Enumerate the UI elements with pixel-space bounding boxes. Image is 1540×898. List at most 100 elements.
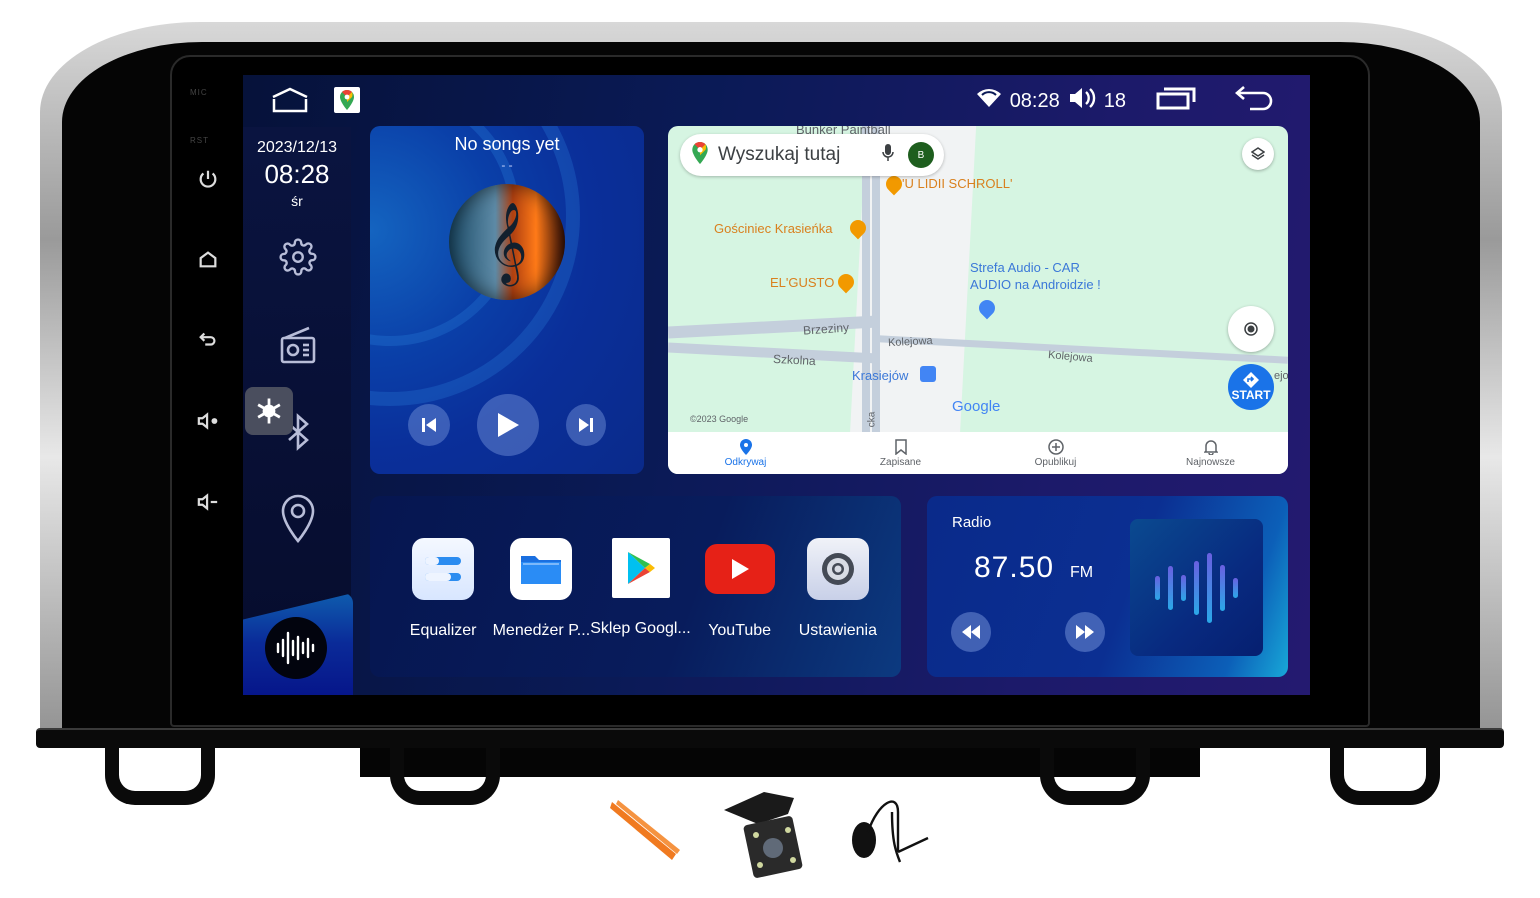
app-label: Equalizer (409, 622, 477, 639)
map-poi-station[interactable]: Krasiejów (852, 368, 908, 383)
radio-icon[interactable] (275, 323, 321, 369)
street-label: Brzeziny (802, 320, 850, 338)
street-label: cka (866, 411, 878, 428)
play-store-icon (611, 538, 670, 598)
restaurant-pin-icon[interactable] (834, 270, 858, 294)
map-poi[interactable]: EL'GUSTO (770, 275, 834, 290)
start-label: START (1231, 388, 1271, 402)
sidebar-clock: 08:28 (264, 159, 330, 189)
gps-antenna-accessory (848, 792, 938, 877)
equalizer-icon (412, 538, 475, 600)
nav-label: Opublikuj (1034, 456, 1077, 468)
apps-widget: Equalizer Menedżer P... Sklep Googl... Y… (370, 496, 901, 677)
map-poi[interactable]: Gościniec Krasieńka (714, 221, 833, 236)
seek-back-button[interactable] (951, 612, 991, 652)
sidebar-date: 2023/12/13 (256, 139, 338, 156)
radio-title: Radio (952, 514, 992, 531)
map-poi[interactable]: Strefa Audio - CAR (970, 260, 1080, 275)
snowflake-icon[interactable] (245, 387, 293, 435)
settings-gear-icon (806, 538, 869, 600)
nav-label: Najnowsze (1186, 456, 1235, 468)
volume-down-icon[interactable] (194, 491, 222, 519)
map-poi[interactable]: 'U LIDII SCHROLL' (902, 176, 1012, 191)
start-navigation-button[interactable]: START (1228, 364, 1274, 410)
app-equalizer[interactable]: Equalizer (394, 538, 492, 677)
status-bar: 08:28 18 (243, 75, 1310, 127)
wave-bar (1181, 574, 1186, 601)
radio-waveform-icon (1130, 519, 1263, 656)
mount-bracket (1040, 745, 1150, 805)
nav-tab-saved[interactable]: Zapisane (823, 432, 978, 474)
voice-assistant-icon[interactable] (265, 617, 327, 679)
my-location-icon[interactable] (1228, 306, 1274, 352)
recent-apps-icon[interactable] (1156, 86, 1196, 116)
mount-bracket (1330, 745, 1440, 805)
bezel-bottom-edge (36, 728, 1504, 748)
fast-forward-icon (1076, 625, 1094, 639)
nav-tab-explore[interactable]: Odkrywaj (668, 432, 823, 474)
nav-label: Odkrywaj (724, 456, 767, 468)
explore-pin-icon (739, 438, 752, 455)
map-poi[interactable]: AUDIO na Androidzie ! (970, 277, 1101, 292)
power-icon[interactable] (194, 168, 222, 196)
next-button[interactable] (566, 404, 606, 446)
street-label: Kolejowa (887, 334, 933, 350)
nav-tab-updates[interactable]: Najnowsze (1133, 432, 1288, 474)
bookmark-icon (894, 438, 907, 455)
map-search-input[interactable]: Wyszukaj tutaj (718, 144, 882, 166)
rear-camera-accessory (718, 790, 818, 885)
wave-bar (1194, 560, 1199, 615)
nav-tab-contribute[interactable]: Opublikuj (978, 432, 1133, 474)
seek-forward-button[interactable] (1065, 612, 1105, 652)
wifi-icon (976, 88, 1002, 114)
head-unit-screen: 08:28 18 2023/12/13 08:28 śr No songs ye… (243, 75, 1310, 695)
radio-frequency: 87.50 (974, 551, 1055, 584)
radio-band: FM (1070, 564, 1094, 581)
volume-level: 18 (1103, 89, 1126, 112)
app-file-manager[interactable]: Menedżer P... (492, 538, 590, 677)
layers-icon[interactable] (1242, 138, 1274, 170)
google-maps-icon (692, 141, 708, 169)
previous-button[interactable] (408, 404, 450, 446)
directions-icon (1243, 372, 1259, 388)
google-maps-widget[interactable]: Bunker Paintball 'U LIDII SCHROLL' Gości… (668, 126, 1288, 474)
wave-bar (1155, 575, 1160, 600)
settings-icon[interactable] (275, 234, 321, 280)
status-right: 08:28 18 (976, 85, 1274, 117)
google-logo: Google (952, 398, 1001, 415)
location-icon[interactable] (275, 494, 321, 543)
mount-bracket (390, 745, 500, 805)
volume-icon[interactable] (1068, 86, 1096, 116)
sidebar-day: śr (291, 193, 303, 209)
google-maps-icon[interactable] (334, 87, 360, 113)
radio-widget[interactable]: Radio 87.50 FM (927, 496, 1288, 677)
music-widget[interactable]: No songs yet - - 𝄞 (370, 126, 644, 474)
volume-up-icon[interactable] (194, 410, 222, 438)
mount-bracket (105, 745, 215, 805)
wave-bar (1220, 564, 1225, 611)
song-artist: - - (501, 158, 513, 172)
back-icon[interactable] (194, 328, 222, 356)
street-label: Kolejowa (1047, 349, 1094, 365)
back-icon[interactable] (1234, 85, 1274, 117)
wave-bar (1168, 565, 1173, 610)
wave-bar (1207, 552, 1212, 623)
song-title: No songs yet (454, 134, 560, 154)
shop-pin-icon[interactable] (975, 296, 999, 320)
mic-label: MIC (190, 88, 208, 97)
microphone-icon[interactable] (882, 143, 894, 167)
add-circle-icon (1047, 438, 1064, 455)
play-button[interactable] (477, 394, 539, 456)
album-art: 𝄞 (449, 184, 565, 300)
map-search-bar[interactable]: Wyszukaj tutaj B (680, 134, 944, 176)
train-station-icon (920, 366, 936, 382)
home-icon[interactable] (194, 248, 222, 276)
home-outline-icon[interactable] (271, 87, 309, 113)
account-avatar[interactable]: B (908, 142, 934, 168)
youtube-icon (704, 544, 775, 594)
app-youtube[interactable]: YouTube (691, 538, 789, 677)
app-settings[interactable]: Ustawienia (789, 538, 887, 677)
app-label: Sklep Googl... (590, 620, 691, 637)
sidebar: 2023/12/13 08:28 śr (243, 127, 353, 695)
app-play-store[interactable]: Sklep Googl... (590, 538, 691, 677)
